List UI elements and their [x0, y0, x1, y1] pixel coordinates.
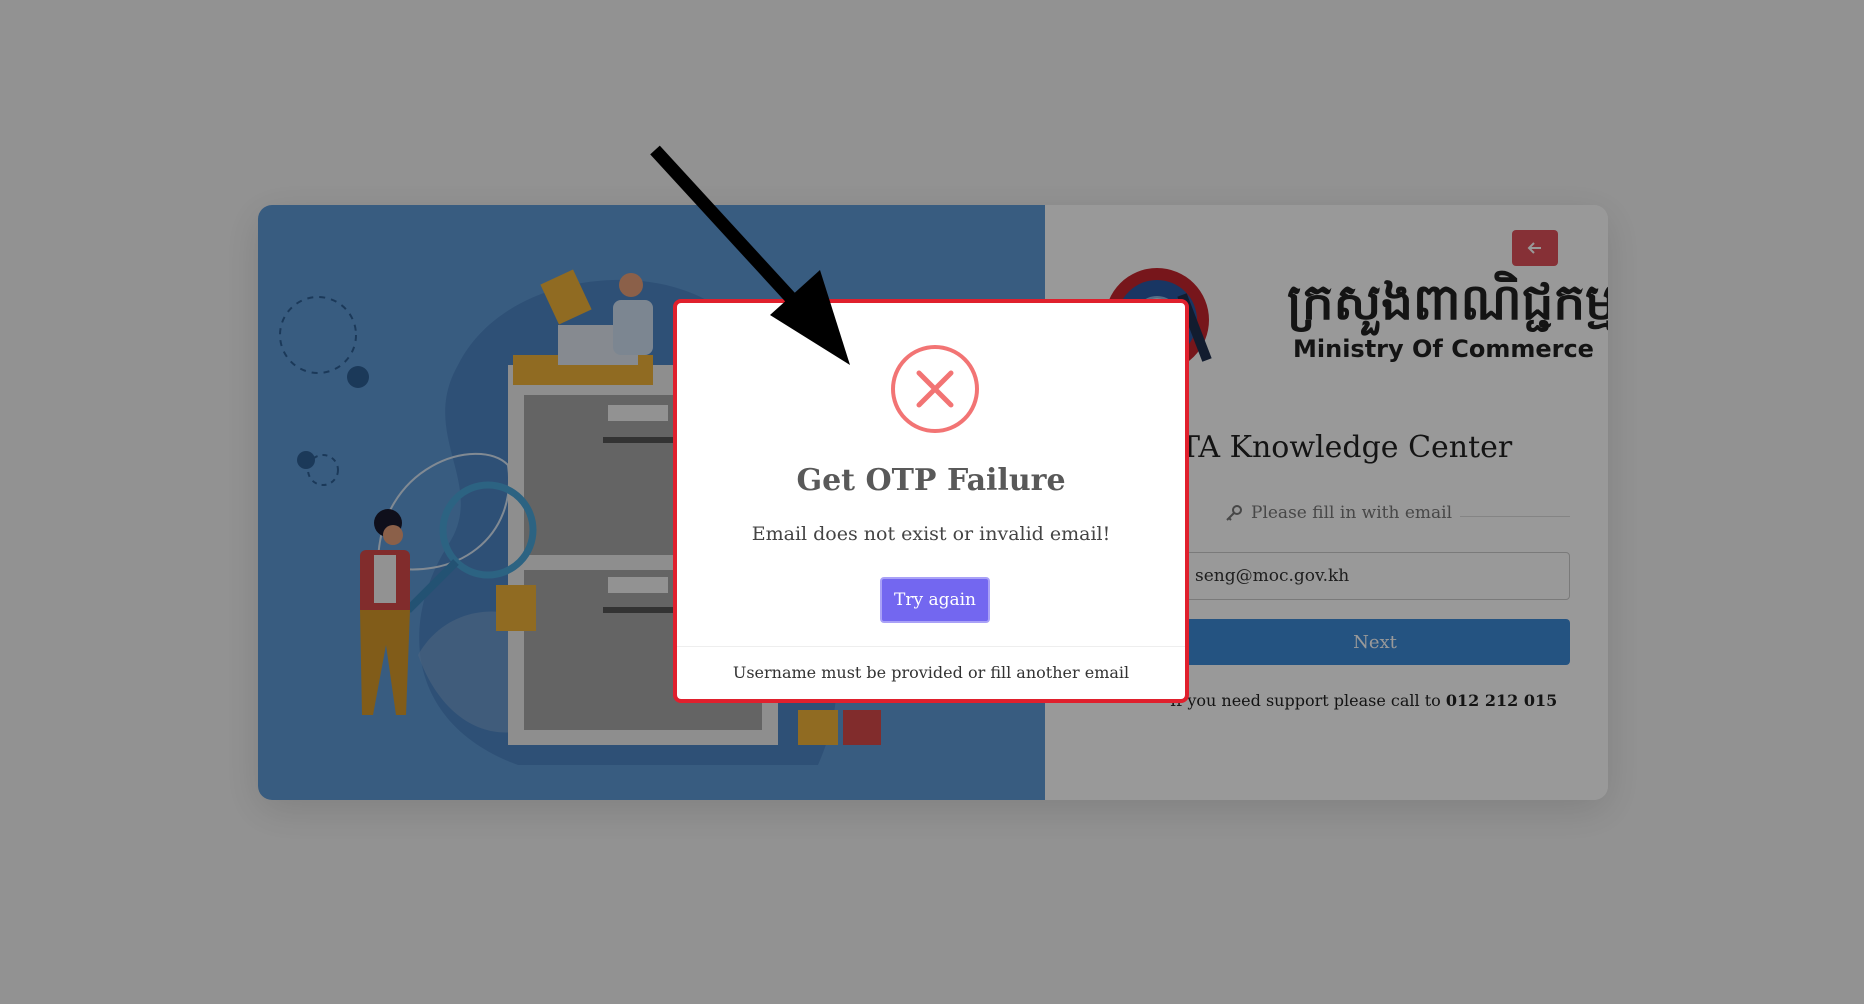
dialog-title: Get OTP Failure [796, 463, 1066, 498]
dialog-message: Email does not exist or invalid email! [751, 523, 1111, 545]
annotation-arrow [650, 145, 850, 365]
try-again-button[interactable]: Try again [880, 577, 990, 623]
dialog-footer: Username must be provided or fill anothe… [732, 663, 1130, 682]
dialog-divider [677, 646, 1185, 647]
error-x-icon [891, 345, 979, 433]
